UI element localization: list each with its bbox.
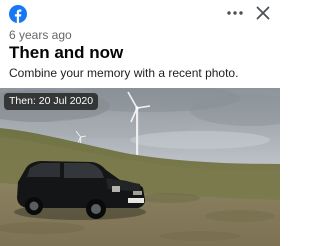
memory-time-ago: 6 years ago: [9, 28, 72, 42]
more-options-icon[interactable]: [225, 5, 245, 21]
facebook-logo-icon: [9, 5, 27, 23]
then-date-badge: Then: 20 Jul 2020: [4, 93, 99, 110]
close-icon[interactable]: [255, 5, 271, 21]
memory-subtitle: Combine your memory with a recent photo.: [9, 66, 239, 80]
memory-card: 6 years ago Then and now Combine your me…: [0, 0, 280, 246]
memory-title: Then and now: [9, 43, 124, 62]
memory-photo[interactable]: [0, 88, 280, 246]
